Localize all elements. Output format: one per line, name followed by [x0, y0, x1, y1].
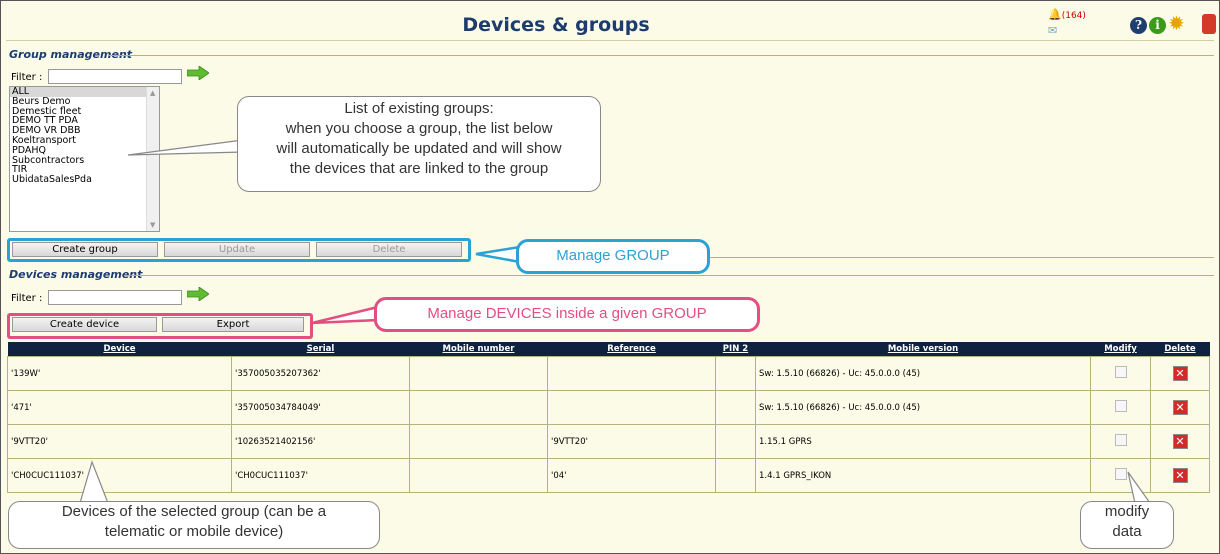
modify-callout: modify data — [1080, 501, 1174, 549]
callout-line: data — [1112, 523, 1142, 540]
callout-line: modify — [1104, 503, 1150, 520]
callout-line: Devices of the selected group (can be a — [61, 503, 327, 520]
callout-pointers — [79, 139, 1152, 504]
callout-line: the devices that are linked to the group — [289, 160, 549, 177]
groups-callout: List of existing groups: when you choose … — [237, 96, 601, 192]
manage-devices-callout: Manage DEVICES inside a given GROUP — [374, 297, 760, 332]
callout-line: when you choose a group, the list below — [285, 120, 553, 137]
manage-group-callout: Manage GROUP — [516, 239, 710, 274]
devices-callout: Devices of the selected group (can be a t… — [8, 501, 380, 549]
callout-line: will automatically be updated and will s… — [276, 140, 562, 157]
callout-line: telematic or mobile device) — [104, 523, 284, 540]
callout-line: List of existing groups: — [344, 100, 494, 117]
